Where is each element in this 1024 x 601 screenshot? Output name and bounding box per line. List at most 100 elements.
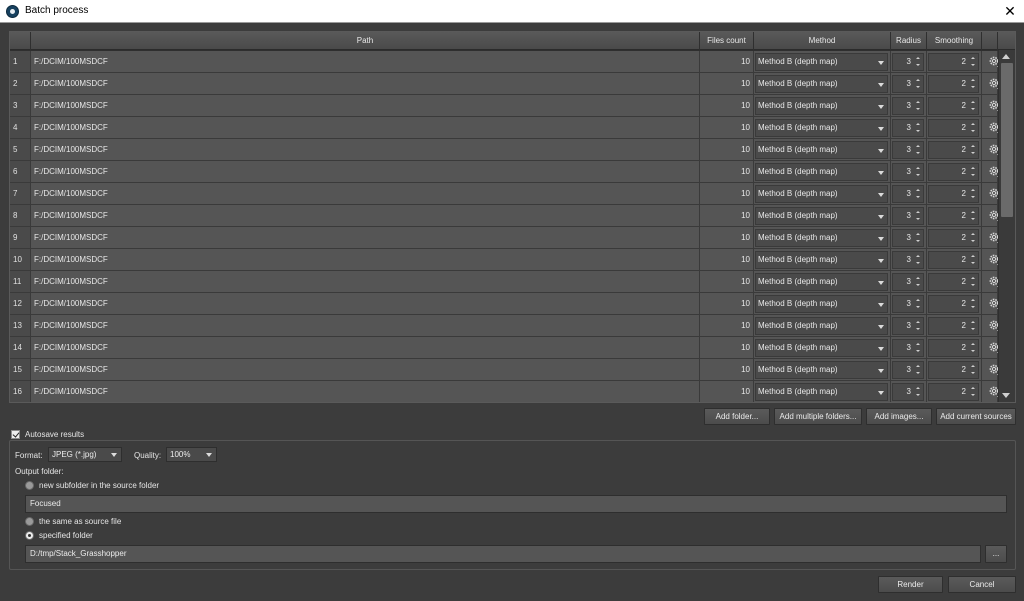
row-path[interactable]: F:/DCIM/100MSDCF	[31, 95, 700, 117]
radius-spinbox[interactable]: 3	[892, 163, 924, 181]
table-row[interactable]: 11 F:/DCIM/100MSDCF 10 Method B (depth map)…	[10, 271, 1001, 293]
spin-up-icon[interactable]	[914, 362, 922, 370]
table-row[interactable]: 10 F:/DCIM/100MSDCF 10 Method B (depth map)…	[10, 249, 1001, 271]
spin-down-icon[interactable]	[914, 62, 922, 70]
render-button[interactable]: Render	[878, 576, 943, 593]
row-path[interactable]: F:/DCIM/100MSDCF	[31, 161, 700, 183]
method-select[interactable]: Method B (depth map)	[755, 339, 888, 357]
row-path[interactable]: F:/DCIM/100MSDCF	[31, 359, 700, 381]
spin-down-icon[interactable]	[969, 282, 977, 290]
radius-spinbox[interactable]: 3	[892, 361, 924, 379]
smoothing-spinbox[interactable]: 2	[928, 317, 979, 335]
smoothing-spinbox[interactable]: 2	[928, 273, 979, 291]
radius-spinbox[interactable]: 3	[892, 317, 924, 335]
spin-up-icon[interactable]	[969, 164, 977, 172]
radius-spinbox[interactable]: 3	[892, 75, 924, 93]
spin-up-icon[interactable]	[969, 186, 977, 194]
spin-up-icon[interactable]	[969, 340, 977, 348]
add-current-sources-button[interactable]: Add current sources	[936, 408, 1016, 425]
smoothing-spinbox[interactable]: 2	[928, 185, 979, 203]
spin-up-icon[interactable]	[914, 76, 922, 84]
spin-up-icon[interactable]	[914, 274, 922, 282]
spin-up-icon[interactable]	[914, 340, 922, 348]
method-select[interactable]: Method B (depth map)	[755, 53, 888, 71]
spin-up-icon[interactable]	[969, 274, 977, 282]
table-row[interactable]: 4 F:/DCIM/100MSDCF 10 Method B (depth map) 3…	[10, 117, 1001, 139]
spin-up-icon[interactable]	[969, 230, 977, 238]
autosave-checkbox[interactable]	[11, 430, 20, 439]
radius-spinbox[interactable]: 3	[892, 229, 924, 247]
method-select[interactable]: Method B (depth map)	[755, 317, 888, 335]
spin-up-icon[interactable]	[914, 186, 922, 194]
table-row[interactable]: 13 F:/DCIM/100MSDCF 10 Method B (depth map)…	[10, 315, 1001, 337]
add-multiple-folders-button[interactable]: Add multiple folders...	[774, 408, 862, 425]
row-path[interactable]: F:/DCIM/100MSDCF	[31, 117, 700, 139]
header-path[interactable]: Path	[31, 32, 700, 50]
smoothing-spinbox[interactable]: 2	[928, 119, 979, 137]
spin-up-icon[interactable]	[969, 54, 977, 62]
spin-up-icon[interactable]	[914, 120, 922, 128]
spin-down-icon[interactable]	[914, 128, 922, 136]
spin-down-icon[interactable]	[969, 348, 977, 356]
radio-new-subfolder[interactable]	[25, 481, 34, 490]
header-smoothing[interactable]: Smoothing	[927, 32, 982, 50]
row-path[interactable]: F:/DCIM/100MSDCF	[31, 51, 700, 73]
method-select[interactable]: Method B (depth map)	[755, 383, 888, 401]
table-row[interactable]: 6 F:/DCIM/100MSDCF 10 Method B (depth map) 3…	[10, 161, 1001, 183]
smoothing-spinbox[interactable]: 2	[928, 229, 979, 247]
table-scrollbar[interactable]	[998, 50, 1015, 402]
row-path[interactable]: F:/DCIM/100MSDCF	[31, 315, 700, 337]
radius-spinbox[interactable]: 3	[892, 141, 924, 159]
spin-up-icon[interactable]	[969, 120, 977, 128]
row-path[interactable]: F:/DCIM/100MSDCF	[31, 183, 700, 205]
spin-up-icon[interactable]	[969, 296, 977, 304]
spin-down-icon[interactable]	[969, 260, 977, 268]
radius-spinbox[interactable]: 3	[892, 339, 924, 357]
spin-down-icon[interactable]	[969, 172, 977, 180]
scroll-thumb[interactable]	[1001, 63, 1013, 217]
spin-down-icon[interactable]	[914, 304, 922, 312]
spin-up-icon[interactable]	[914, 98, 922, 106]
method-select[interactable]: Method B (depth map)	[755, 361, 888, 379]
smoothing-spinbox[interactable]: 2	[928, 163, 979, 181]
header-radius[interactable]: Radius	[891, 32, 927, 50]
spin-up-icon[interactable]	[969, 208, 977, 216]
spin-up-icon[interactable]	[969, 76, 977, 84]
spin-down-icon[interactable]	[914, 216, 922, 224]
row-path[interactable]: F:/DCIM/100MSDCF	[31, 249, 700, 271]
spin-up-icon[interactable]	[969, 98, 977, 106]
spin-down-icon[interactable]	[969, 370, 977, 378]
radius-spinbox[interactable]: 3	[892, 185, 924, 203]
radius-spinbox[interactable]: 3	[892, 207, 924, 225]
spin-down-icon[interactable]	[914, 194, 922, 202]
method-select[interactable]: Method B (depth map)	[755, 119, 888, 137]
radius-spinbox[interactable]: 3	[892, 97, 924, 115]
spin-down-icon[interactable]	[969, 392, 977, 400]
radius-spinbox[interactable]: 3	[892, 295, 924, 313]
scroll-down-icon[interactable]	[1002, 393, 1010, 398]
spin-up-icon[interactable]	[914, 208, 922, 216]
method-select[interactable]: Method B (depth map)	[755, 251, 888, 269]
smoothing-spinbox[interactable]: 2	[928, 75, 979, 93]
spin-down-icon[interactable]	[914, 106, 922, 114]
smoothing-spinbox[interactable]: 2	[928, 339, 979, 357]
spin-down-icon[interactable]	[969, 150, 977, 158]
spin-down-icon[interactable]	[969, 128, 977, 136]
table-row[interactable]: 14 F:/DCIM/100MSDCF 10 Method B (depth map)…	[10, 337, 1001, 359]
header-method[interactable]: Method	[754, 32, 891, 50]
method-select[interactable]: Method B (depth map)	[755, 141, 888, 159]
scroll-up-icon[interactable]	[1002, 54, 1010, 59]
close-button[interactable]: ✕	[996, 0, 1024, 23]
radio-specified-folder[interactable]	[25, 531, 34, 540]
method-select[interactable]: Method B (depth map)	[755, 295, 888, 313]
row-path[interactable]: F:/DCIM/100MSDCF	[31, 227, 700, 249]
method-select[interactable]: Method B (depth map)	[755, 273, 888, 291]
method-select[interactable]: Method B (depth map)	[755, 75, 888, 93]
radius-spinbox[interactable]: 3	[892, 383, 924, 401]
table-row[interactable]: 9 F:/DCIM/100MSDCF 10 Method B (depth map) 3…	[10, 227, 1001, 249]
spin-down-icon[interactable]	[914, 150, 922, 158]
spin-down-icon[interactable]	[969, 194, 977, 202]
spin-down-icon[interactable]	[914, 238, 922, 246]
spin-down-icon[interactable]	[914, 348, 922, 356]
spin-up-icon[interactable]	[914, 318, 922, 326]
